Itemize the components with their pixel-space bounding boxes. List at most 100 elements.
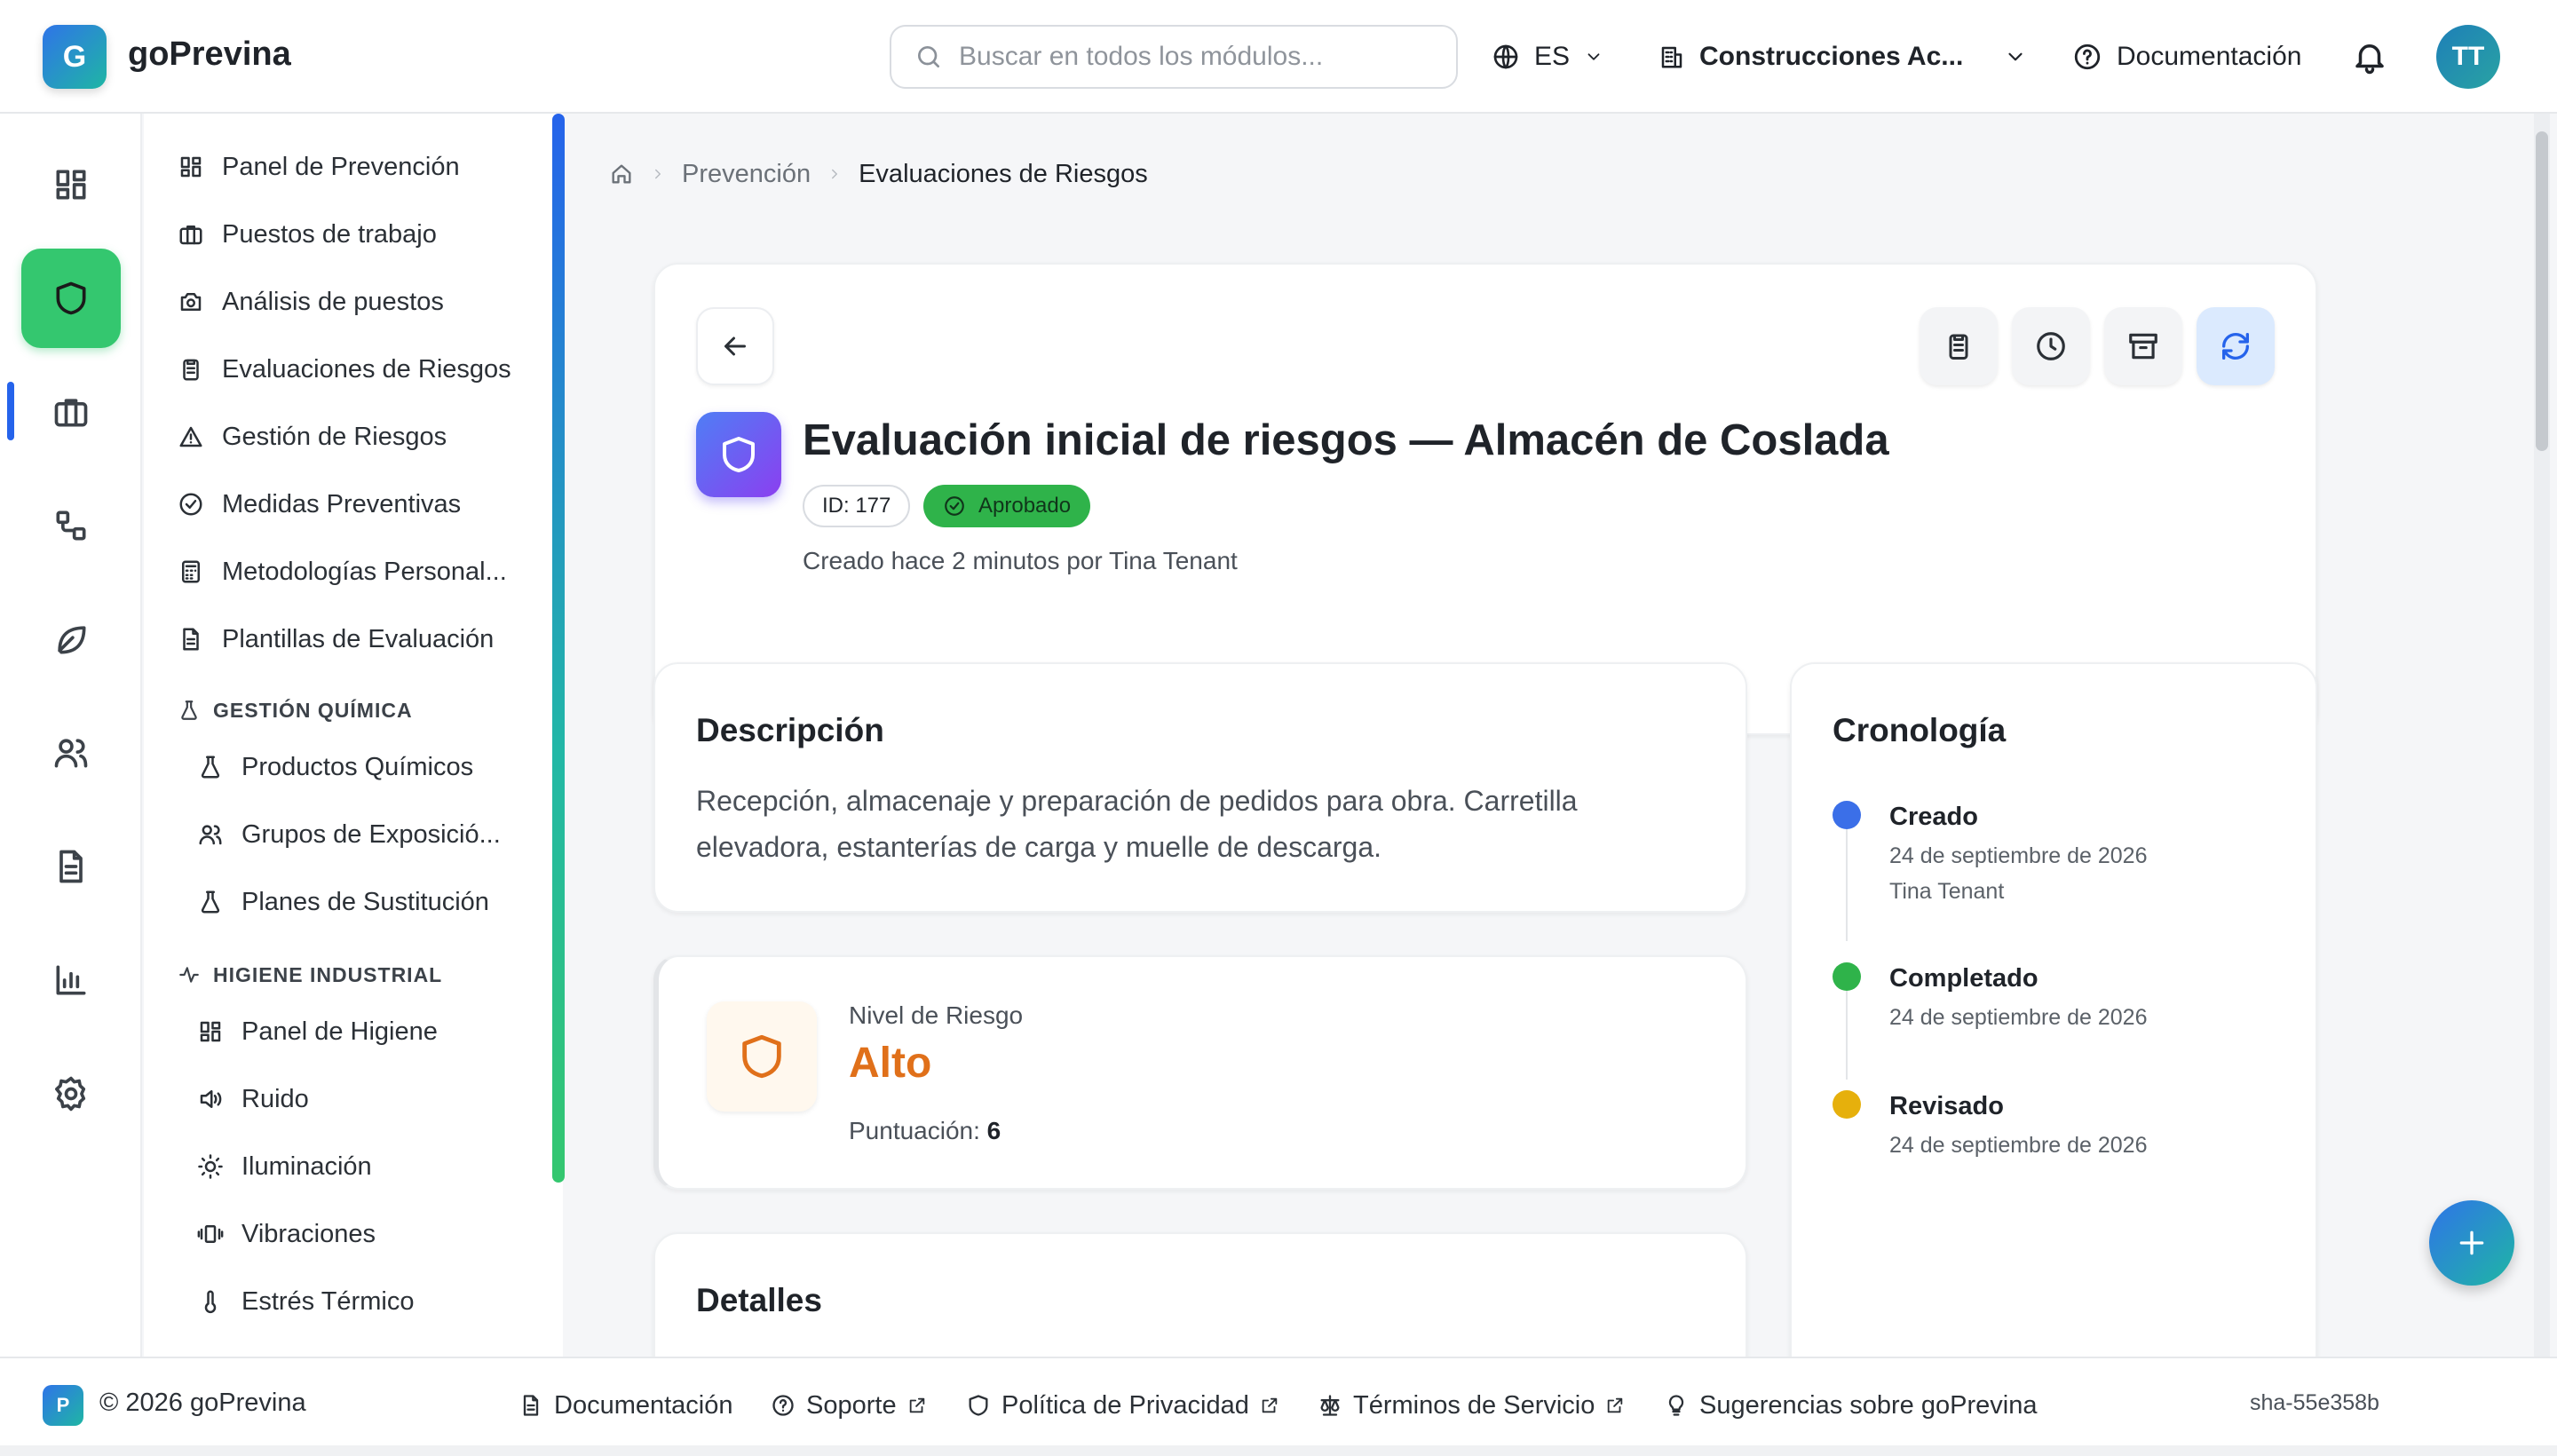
rail-item-users[interactable] xyxy=(21,703,121,803)
brand-name[interactable]: goPrevina xyxy=(128,36,291,74)
main-scrollbar[interactable] xyxy=(2534,114,2550,1357)
sun-icon xyxy=(198,1154,223,1179)
footer-link-feedback[interactable]: Sugerencias sobre goPrevina xyxy=(1664,1385,2037,1426)
sidebar-item-analisis[interactable]: Análisis de puestos xyxy=(178,275,444,328)
sidebar-item-label: Ruido xyxy=(241,1084,309,1113)
scrollbar-thumb[interactable] xyxy=(2536,131,2548,451)
footer-copyright: © 2026 goPrevina xyxy=(99,1389,306,1417)
rail-item-workflow[interactable] xyxy=(21,476,121,575)
sidebar-item-iluminacion[interactable]: Iluminación xyxy=(197,1140,372,1193)
sidebar-item-label: Análisis de puestos xyxy=(222,287,444,316)
sidebar-item-label: Iluminación xyxy=(241,1151,372,1181)
bell-icon xyxy=(2355,44,2384,75)
clock-icon xyxy=(2037,332,2065,360)
chart-icon xyxy=(56,965,86,995)
footer-link-terms[interactable]: Términos de Servicio xyxy=(1318,1385,1625,1426)
footer-link-docs[interactable]: Documentación xyxy=(519,1385,733,1426)
risk-score-label: Puntuación: xyxy=(849,1117,980,1144)
notifications-button[interactable] xyxy=(2351,32,2388,82)
sidebar-item-ruido[interactable]: Ruido xyxy=(197,1072,309,1126)
rail-item-briefcase[interactable] xyxy=(21,362,121,462)
timeline-event-title: Creado xyxy=(1889,803,1978,831)
rail-item-dashboard[interactable] xyxy=(21,135,121,234)
search-input[interactable] xyxy=(959,42,1438,72)
sidebar-item-label: Puestos de trabajo xyxy=(222,219,437,249)
sidebar-item-panel-higiene[interactable]: Panel de Higiene xyxy=(197,1005,438,1058)
back-button[interactable] xyxy=(696,307,774,385)
timeline-event-title: Revisado xyxy=(1889,1092,2004,1120)
sidebar-item-label: Plantillas de Evaluación xyxy=(222,624,495,653)
created-info: Creado hace 2 minutos por Tina Tenant xyxy=(803,547,1238,574)
docs-link[interactable]: Documentación xyxy=(2072,32,2301,82)
rail-item-gear[interactable] xyxy=(21,1044,121,1143)
avatar[interactable]: TT xyxy=(2436,25,2500,89)
document-icon xyxy=(59,850,83,883)
rail-item-chart[interactable] xyxy=(21,930,121,1030)
footer-link-privacy[interactable]: Política de Privacidad xyxy=(966,1385,1279,1426)
company-label: Construcciones Ac... xyxy=(1699,42,1964,71)
footer-link-label: Sugerencias sobre goPrevina xyxy=(1699,1390,2038,1420)
shield-icon xyxy=(742,1034,781,1079)
sidebar-item-estres-termico[interactable]: Estrés Térmico xyxy=(197,1275,414,1328)
sidebar-scrollbar[interactable] xyxy=(552,114,565,1183)
timeline-title: Cronología xyxy=(1833,712,2007,748)
building-icon xyxy=(1661,46,1682,68)
risk-level-label: Nivel de Riesgo xyxy=(849,1001,1024,1029)
rail-item-document[interactable] xyxy=(21,817,121,916)
footer-link-label: Documentación xyxy=(554,1390,733,1420)
breadcrumb-current: Evaluaciones de Riesgos xyxy=(859,159,1148,188)
docs-label: Documentación xyxy=(2117,42,2302,71)
sidebar-item-metodologias[interactable]: Metodologías Personal... xyxy=(178,545,507,598)
risk-icon xyxy=(707,1001,817,1112)
footer-link-support[interactable]: Soporte xyxy=(771,1385,927,1426)
check-circle-icon xyxy=(179,493,202,516)
workflow-icon xyxy=(56,510,86,541)
refresh-button[interactable] xyxy=(2197,307,2275,385)
sidebar-item-panel-prevencion[interactable]: Panel de Prevención xyxy=(178,140,460,194)
gear-icon xyxy=(55,1076,86,1112)
archive-button[interactable] xyxy=(2104,307,2182,385)
external-link-icon xyxy=(909,1397,924,1413)
archive-icon xyxy=(2129,333,2157,360)
calculator-icon xyxy=(182,560,200,583)
timeline-card: Cronología Creado 24 de septiembre de 20… xyxy=(1790,662,2317,1357)
sidebar-item-label: Vibraciones xyxy=(241,1219,376,1248)
sidebar-item-plantillas[interactable]: Plantillas de Evaluación xyxy=(178,613,494,666)
language-selector[interactable]: ES xyxy=(1492,32,1603,82)
app-logo[interactable]: G xyxy=(43,25,107,89)
rail-item-shield[interactable] xyxy=(21,249,121,348)
rail-active-indicator xyxy=(7,382,14,440)
add-fab-button[interactable] xyxy=(2429,1200,2514,1286)
sidebar-item-vibraciones[interactable]: Vibraciones xyxy=(197,1207,376,1261)
sidebar-item-gestion-riesgos[interactable]: Gestión de Riesgos xyxy=(178,410,447,463)
clipboard-button[interactable] xyxy=(1920,307,1998,385)
sidebar-item-medidas[interactable]: Medidas Preventivas xyxy=(178,478,461,531)
sidebar-item-productos-quimicos[interactable]: Productos Químicos xyxy=(197,740,473,794)
rail-item-leaf[interactable] xyxy=(21,590,121,689)
footer-logo: P xyxy=(43,1385,83,1426)
flask-icon xyxy=(201,756,220,779)
sidebar-item-evaluaciones[interactable]: Evaluaciones de Riesgos xyxy=(178,343,511,396)
shield-icon xyxy=(56,281,86,315)
breadcrumb: Prevención Evaluaciones de Riesgos xyxy=(609,156,1148,192)
company-selector[interactable]: Construcciones Ac... xyxy=(1658,32,2027,82)
history-button[interactable] xyxy=(2012,307,2090,385)
search-box[interactable] xyxy=(890,25,1458,89)
sidebar-item-grupos-exposicion[interactable]: Grupos de Exposició... xyxy=(197,808,501,861)
risk-level-card: Nivel de Riesgo Alto Puntuación: 6 xyxy=(653,955,1747,1190)
briefcase-icon xyxy=(179,226,202,245)
sidebar-item-puestos[interactable]: Puestos de trabajo xyxy=(178,208,437,261)
home-icon[interactable] xyxy=(609,162,634,186)
description-card: Descripción Recepción, almacenaje y prep… xyxy=(653,662,1747,913)
main-content: Prevención Evaluaciones de Riesgos Evalu… xyxy=(565,114,2557,1357)
camera-icon xyxy=(180,293,202,311)
timeline-connector xyxy=(1846,829,1848,941)
footer-link-label: Soporte xyxy=(806,1390,897,1420)
sidebar-item-label: Productos Químicos xyxy=(241,752,474,781)
timeline-event-date: 24 de septiembre de 2026 xyxy=(1889,843,2148,868)
chevron-right-icon xyxy=(655,169,661,179)
lightbulb-icon xyxy=(1668,1395,1684,1416)
breadcrumb-section[interactable]: Prevención xyxy=(682,160,811,189)
sidebar-item-planes-sustitucion[interactable]: Planes de Sustitución xyxy=(197,875,489,929)
shield-icon xyxy=(969,1395,988,1416)
